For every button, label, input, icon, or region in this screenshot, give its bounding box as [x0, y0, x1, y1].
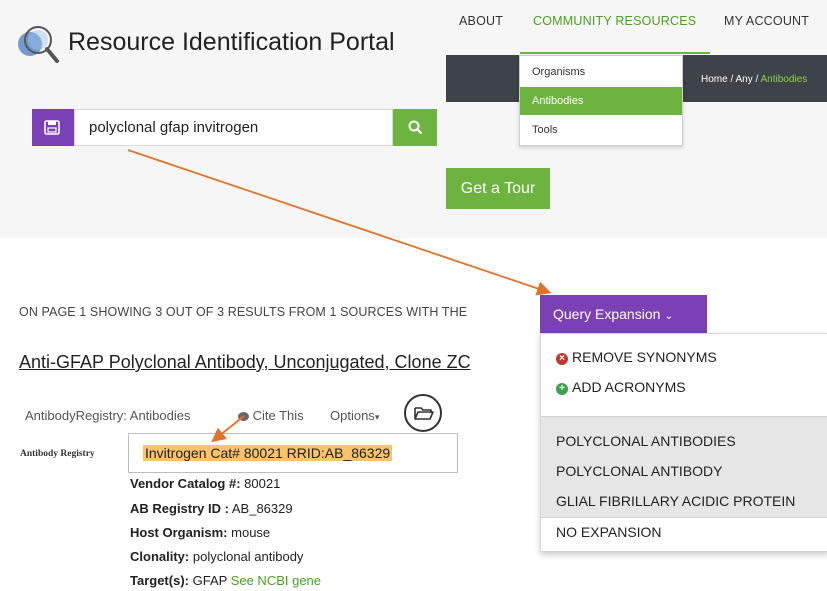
arrow-search-to-expansion [127, 149, 552, 296]
arrow-cite-to-rrid [211, 415, 245, 443]
annotation-arrows [127, 149, 552, 443]
